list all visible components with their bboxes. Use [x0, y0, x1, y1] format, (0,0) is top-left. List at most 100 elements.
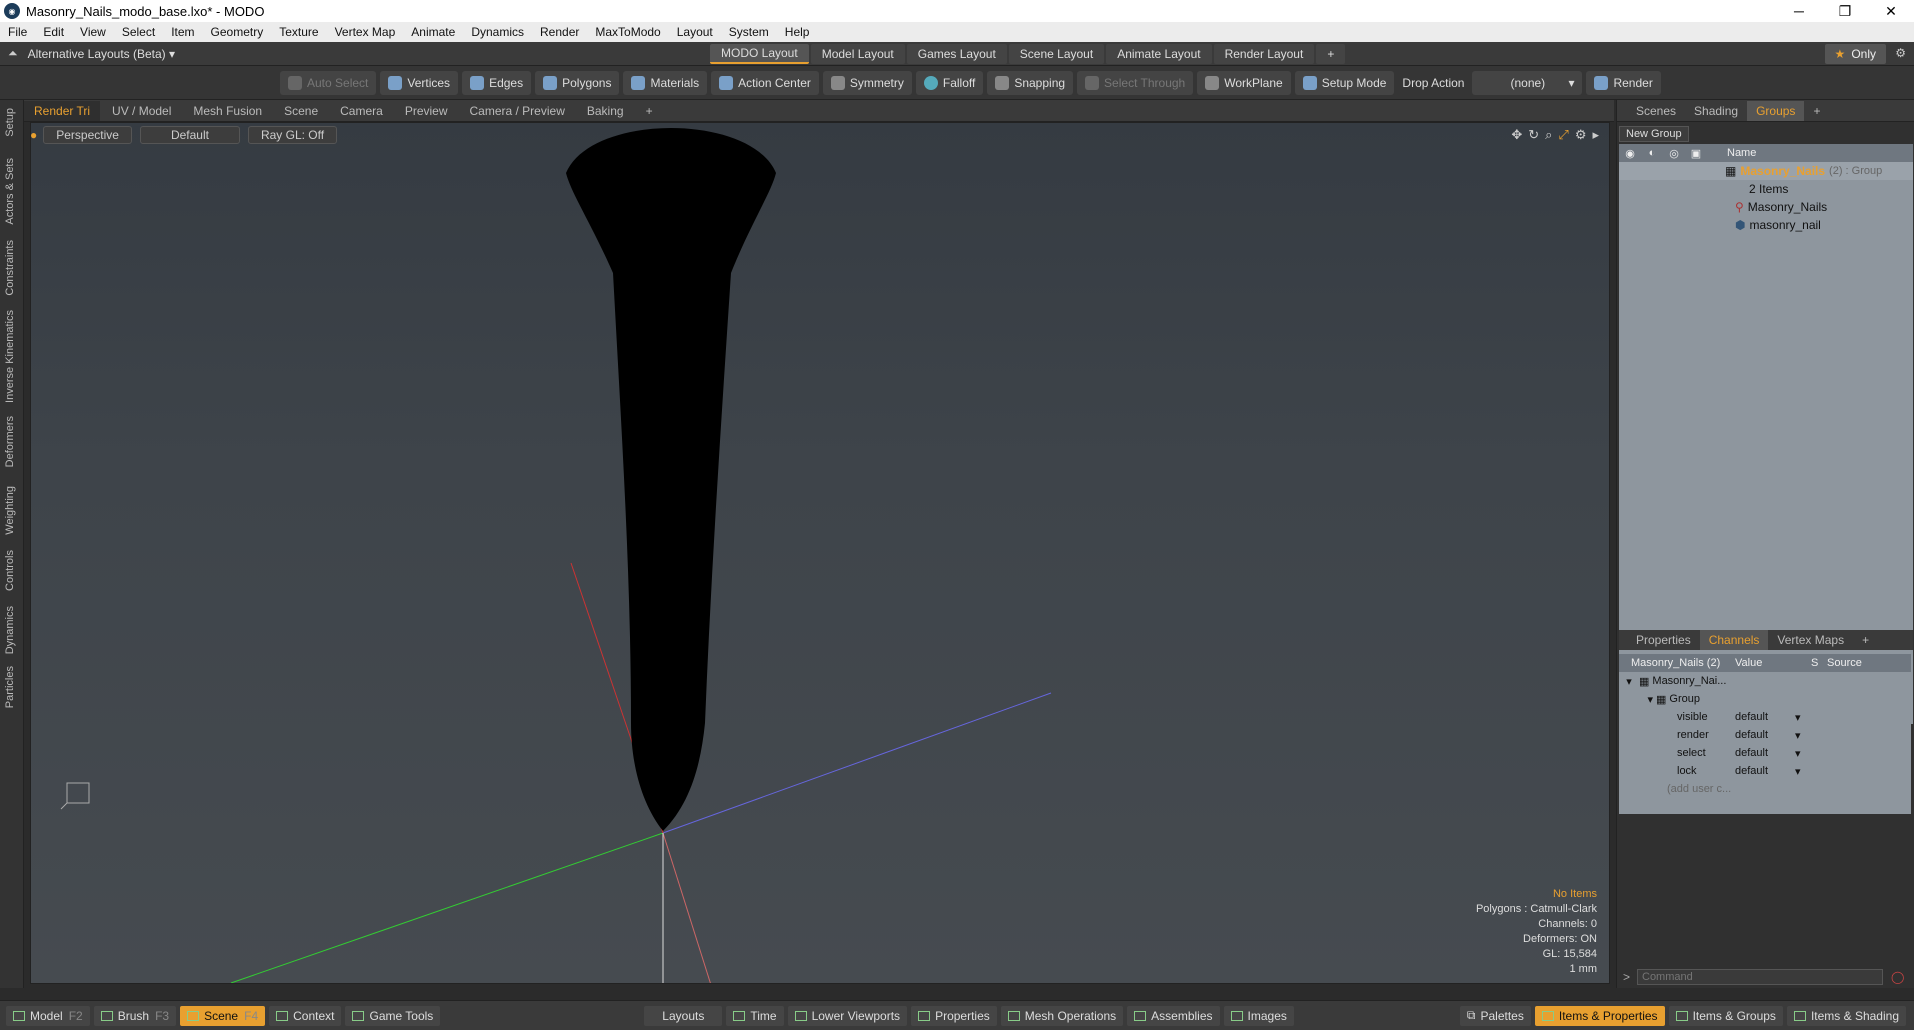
masonry-nail-mesh[interactable]	[566, 128, 776, 831]
table-row[interactable]: visible default ▾	[1619, 708, 1911, 726]
chevron-down-icon[interactable]: ▾	[1795, 711, 1801, 724]
brush-tab[interactable]: Brush F3	[93, 1005, 177, 1026]
list-item[interactable]: ⚲ Masonry_Nails	[1619, 198, 1913, 216]
menu-animate[interactable]: Animate	[403, 25, 463, 39]
channel-value-select[interactable]: default	[1735, 729, 1795, 741]
restore-icon[interactable]: ❐	[1822, 0, 1868, 22]
raygl-toggle[interactable]: Ray GL: Off	[247, 126, 338, 144]
strip-deformers[interactable]: Deformers	[4, 416, 16, 467]
lower-viewports-button[interactable]: Lower Viewports	[787, 1005, 908, 1026]
tab-groups[interactable]: Groups	[1747, 100, 1805, 121]
maximize-icon[interactable]: ⤢	[1558, 127, 1568, 143]
strip-controls[interactable]: Controls	[4, 550, 16, 591]
edges-button[interactable]: Edges	[462, 70, 532, 95]
chevron-down-icon[interactable]: ▾	[1795, 765, 1801, 778]
layouts-arrow-icon[interactable]: ⏶	[8, 46, 18, 61]
chevron-down-icon[interactable]: ▾	[1795, 747, 1801, 760]
menu-system[interactable]: System	[721, 25, 777, 39]
action-center-button[interactable]: Action Center	[711, 70, 819, 95]
mesh-operations-button[interactable]: Mesh Operations	[1000, 1005, 1124, 1026]
table-row[interactable]: render default ▾	[1619, 726, 1911, 744]
scene-tab[interactable]: Scene F4	[180, 1005, 266, 1026]
expand-icon[interactable]: ▾	[1619, 693, 1653, 706]
channels-item-row[interactable]: ▾ ▦ Masonry_Nai...	[1619, 672, 1911, 690]
add-panel-tab-icon[interactable]: +	[1804, 101, 1829, 121]
symmetry-button[interactable]: Symmetry	[822, 70, 912, 95]
context-tab[interactable]: Context	[269, 1005, 342, 1026]
images-button[interactable]: Images	[1223, 1005, 1294, 1026]
strip-constraints[interactable]: Constraints	[4, 240, 16, 296]
tab-baking[interactable]: Baking	[577, 101, 634, 121]
auto-select-button[interactable]: Auto Select	[280, 70, 377, 95]
minimize-icon[interactable]: ─	[1776, 0, 1822, 22]
tab-shading[interactable]: Shading	[1685, 101, 1747, 121]
setup-mode-button[interactable]: Setup Mode	[1294, 70, 1395, 95]
tab-modo-layout[interactable]: MODO Layout	[710, 44, 809, 64]
menu-item[interactable]: Item	[163, 25, 202, 39]
strip-setup[interactable]: Setup	[4, 108, 16, 137]
menu-select[interactable]: Select	[114, 25, 163, 39]
3d-viewport[interactable]: ✥ ↻ ⌕ ⤢ ⚙ ▸ No Items Polygons : Catmull-…	[30, 122, 1610, 984]
only-button[interactable]: ★ Only	[1824, 44, 1886, 64]
vertices-button[interactable]: Vertices	[380, 70, 459, 95]
perspective-select[interactable]: Perspective	[43, 126, 132, 144]
tab-render-layout[interactable]: Render Layout	[1213, 44, 1315, 64]
tab-channels[interactable]: Channels	[1699, 630, 1769, 650]
assemblies-button[interactable]: Assemblies	[1127, 1005, 1220, 1026]
pan-icon[interactable]: ✥	[1511, 127, 1522, 143]
tab-mesh-fusion[interactable]: Mesh Fusion	[183, 101, 272, 121]
play-icon[interactable]: ▸	[1592, 127, 1599, 143]
chevron-down-icon[interactable]: ▾	[1795, 729, 1801, 742]
menu-view[interactable]: View	[72, 25, 114, 39]
add-properties-tab-icon[interactable]: +	[1853, 630, 1878, 650]
command-input[interactable]	[1637, 969, 1883, 985]
menu-help[interactable]: Help	[777, 25, 818, 39]
add-layout-icon[interactable]: +	[1316, 44, 1346, 64]
zoom-icon[interactable]: ⌕	[1545, 127, 1552, 143]
menu-dynamics[interactable]: Dynamics	[463, 25, 532, 39]
record-icon[interactable]: ◯	[1891, 970, 1904, 984]
menu-vertex-map[interactable]: Vertex Map	[327, 25, 404, 39]
drop-action-select[interactable]: (none) ▾	[1472, 70, 1583, 95]
tab-model-layout[interactable]: Model Layout	[810, 44, 905, 64]
expand-icon[interactable]: ▾	[1619, 675, 1639, 688]
add-user-channel-row[interactable]: (add user c...	[1619, 780, 1911, 798]
table-row[interactable]: lock default ▾	[1619, 762, 1911, 780]
falloff-button[interactable]: Falloff	[915, 70, 984, 95]
tab-properties[interactable]: Properties	[1627, 630, 1700, 650]
items-properties-button[interactable]: Items & Properties	[1534, 1005, 1665, 1026]
close-icon[interactable]: ✕	[1868, 0, 1914, 22]
menu-texture[interactable]: Texture	[271, 25, 326, 39]
menu-file[interactable]: File	[0, 25, 35, 39]
viewport-gear-icon[interactable]: ⚙	[1575, 127, 1587, 143]
channels-group-row[interactable]: ▾ ▦ Group	[1619, 690, 1911, 708]
workplane-button[interactable]: WorkPlane	[1197, 70, 1291, 95]
channel-value-select[interactable]: default	[1735, 711, 1795, 723]
tab-scene[interactable]: Scene	[274, 101, 328, 121]
strip-inverse-kinematics[interactable]: Inverse Kinematics	[4, 310, 16, 403]
menu-render[interactable]: Render	[532, 25, 587, 39]
channel-value-select[interactable]: default	[1735, 765, 1795, 777]
game-tools-tab[interactable]: Game Tools	[345, 1005, 441, 1026]
rotate-icon[interactable]: ↻	[1528, 127, 1539, 143]
strip-particles[interactable]: Particles	[4, 666, 16, 708]
alternative-layouts-dropdown[interactable]: Alternative Layouts (Beta) ▾	[28, 47, 175, 61]
strip-actors-sets[interactable]: Actors & Sets	[4, 158, 16, 225]
menu-maxtomodo[interactable]: MaxToModo	[587, 25, 668, 39]
shading-select[interactable]: Default	[139, 126, 240, 144]
tab-camera[interactable]: Camera	[330, 101, 393, 121]
table-row[interactable]: select default ▾	[1619, 744, 1911, 762]
tab-scene-layout[interactable]: Scene Layout	[1008, 44, 1105, 64]
add-tab-icon[interactable]: +	[636, 101, 663, 121]
polygons-button[interactable]: Polygons	[535, 70, 620, 95]
snapping-button[interactable]: Snapping	[987, 70, 1074, 95]
render-button[interactable]: Render	[1586, 70, 1661, 95]
model-tab[interactable]: Model F2	[6, 1005, 90, 1026]
menu-layout[interactable]: Layout	[669, 25, 721, 39]
menu-geometry[interactable]: Geometry	[203, 25, 272, 39]
viewport-dot-icon[interactable]: ●	[30, 128, 37, 142]
tab-render-tri[interactable]: Render Tri	[24, 100, 101, 121]
materials-button[interactable]: Materials	[623, 70, 708, 95]
time-button[interactable]: Time	[726, 1005, 784, 1026]
palettes-button[interactable]: ⧉ Palettes	[1459, 1005, 1531, 1026]
